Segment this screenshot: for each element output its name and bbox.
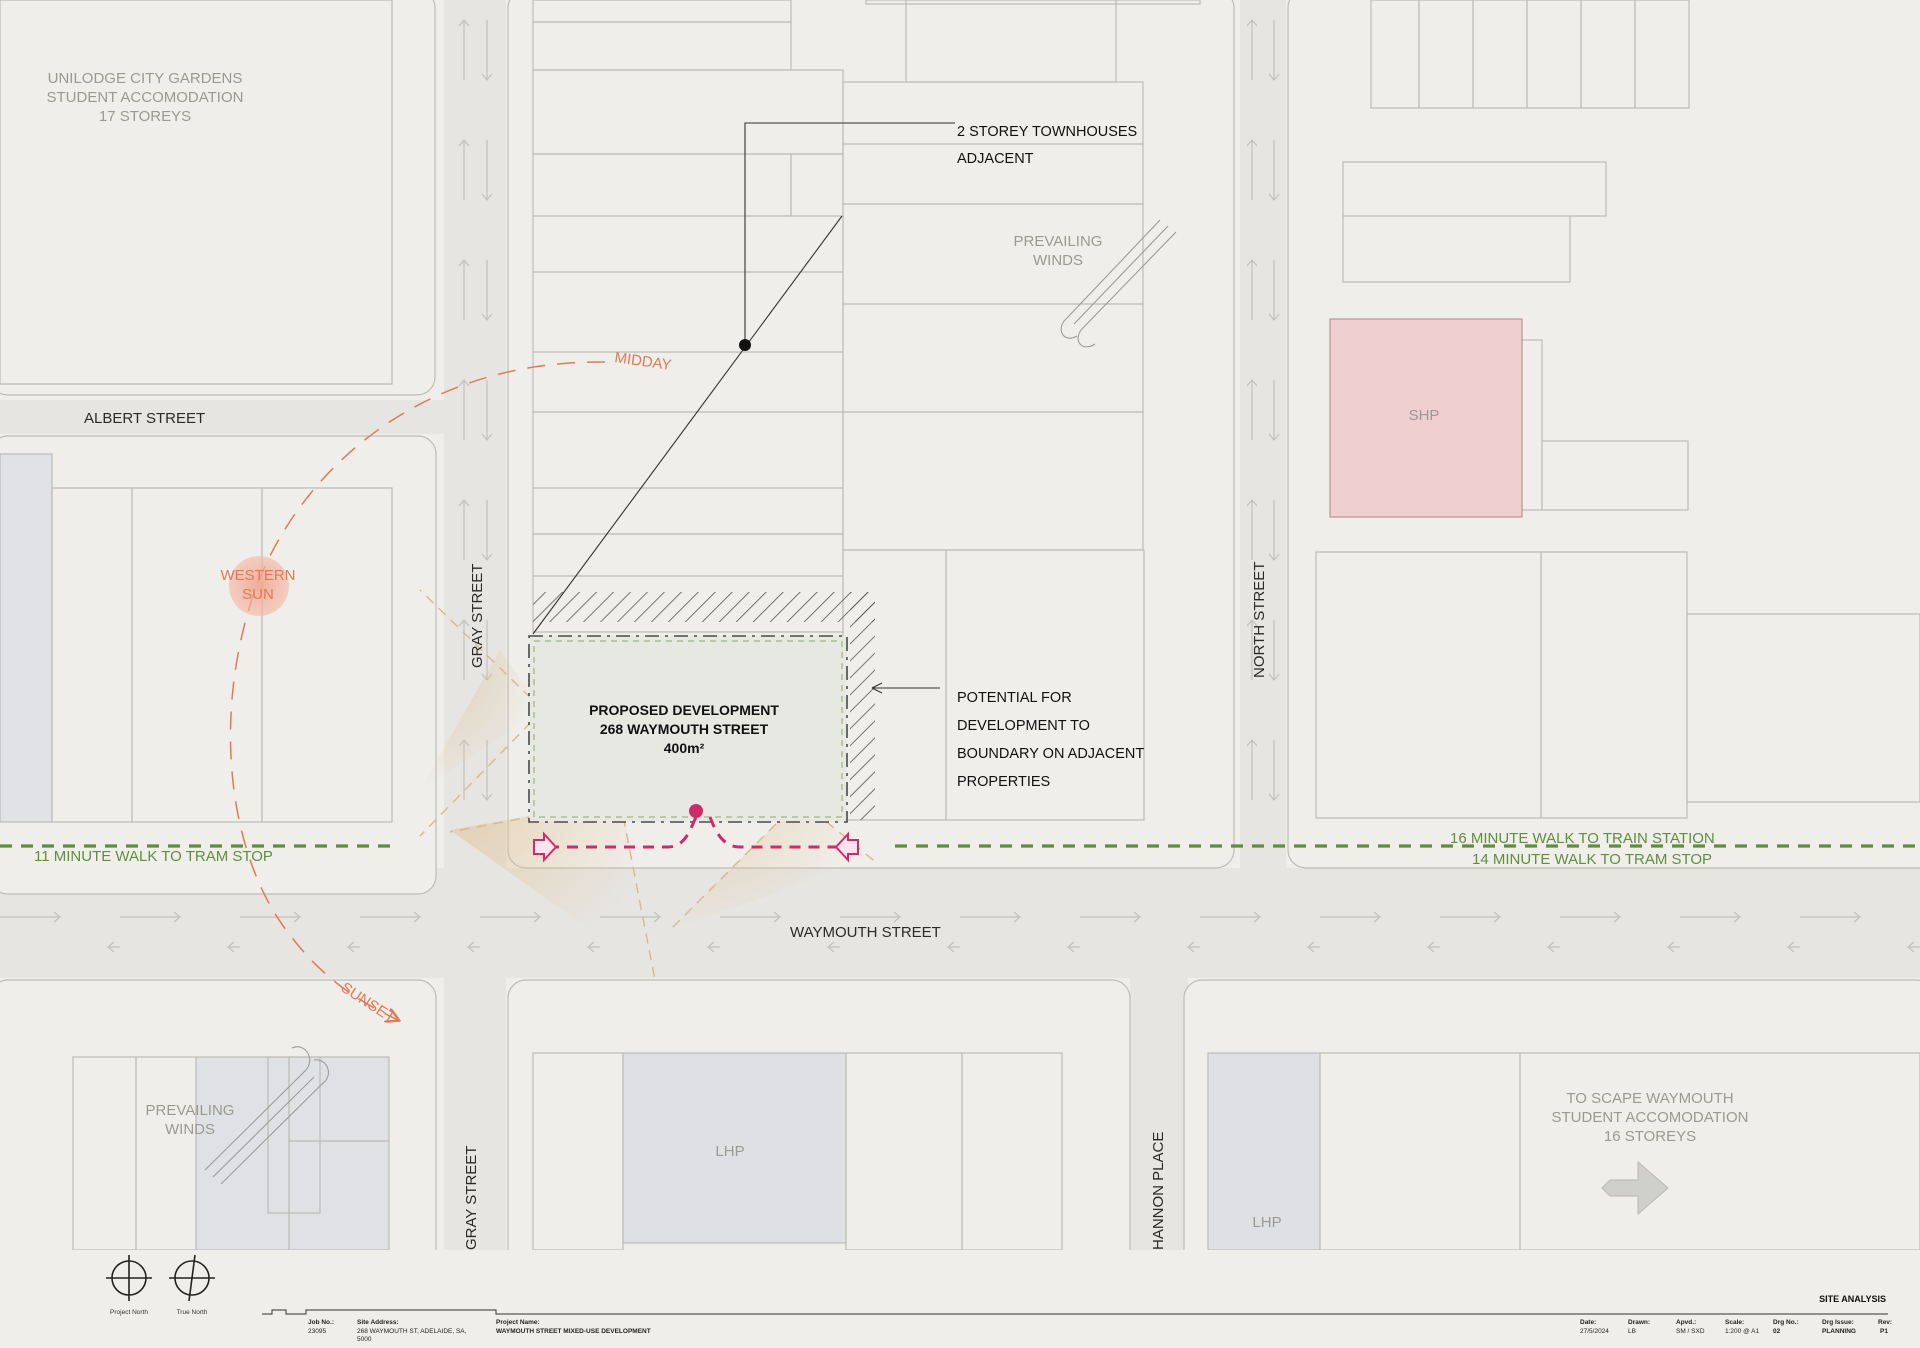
scale-value: 1:200 @ A1 xyxy=(1725,1328,1759,1335)
note-boundary-1: POTENTIAL FOR xyxy=(957,690,1072,706)
job-no: 23095 xyxy=(308,1328,326,1335)
apvd-value: SM / SXD xyxy=(1676,1328,1705,1335)
site-address: 268 WAYMOUTH STREET xyxy=(600,721,769,737)
address-label: Site Address: xyxy=(357,1319,399,1326)
site-title: PROPOSED DEVELOPMENT xyxy=(589,702,779,718)
note-townhouses-1: 2 STOREY TOWNHOUSES xyxy=(957,124,1137,140)
label-lhp-right: LHP xyxy=(1252,1214,1281,1231)
leader-node xyxy=(739,339,751,351)
project-name: WAYMOUTH STREET MIXED-USE DEVELOPMENT xyxy=(496,1328,651,1335)
label-western-sun-2: SUN xyxy=(242,586,274,603)
site-area: 400m² xyxy=(664,740,705,756)
entry-point xyxy=(689,804,703,818)
label-lhp-center: LHP xyxy=(715,1143,744,1160)
drg-issue-value: PLANNING xyxy=(1822,1328,1856,1335)
rev-label: Rev: xyxy=(1878,1319,1892,1326)
label-unilodge-3: 17 STOREYS xyxy=(99,108,191,125)
note-boundary-4: PROPERTIES xyxy=(957,774,1050,790)
label-unilodge-1: UNILODGE CITY GARDENS xyxy=(48,70,243,87)
drawn-value: LB xyxy=(1628,1328,1636,1335)
site-plan: ALBERT STREET GRAY STREET GRAY STREET NO… xyxy=(0,0,1920,1348)
label-winds-bottom-1: PREVAILING xyxy=(146,1102,235,1119)
address-line-1: 268 WAYMOUTH ST, ADELAIDE, SA, xyxy=(357,1328,467,1335)
label-western-sun-1: WESTERN xyxy=(221,567,296,584)
rev-value: P1 xyxy=(1880,1328,1888,1335)
label-scape-1: TO SCAPE WAYMOUTH xyxy=(1566,1090,1733,1107)
drg-no-value: 02 xyxy=(1773,1328,1781,1335)
site-analysis-sheet: ALBERT STREET GRAY STREET GRAY STREET NO… xyxy=(0,0,1920,1348)
label-scape-3: 16 STOREYS xyxy=(1604,1128,1696,1145)
street-label-hannon: HANNON PLACE xyxy=(1150,1132,1167,1250)
label-walk-train: 16 MINUTE WALK TO TRAIN STATION xyxy=(1450,830,1715,847)
street-label-north: NORTH STREET xyxy=(1251,562,1268,678)
date-label: Date: xyxy=(1580,1319,1596,1326)
drg-no-label: Drg No.: xyxy=(1773,1319,1799,1326)
label-true-north: True North xyxy=(177,1309,208,1316)
street-label-waymouth: WAYMOUTH STREET xyxy=(790,924,941,941)
street-label-gray-north: GRAY STREET xyxy=(469,564,486,668)
apvd-label: Apvd.: xyxy=(1676,1319,1696,1326)
label-shp: SHP xyxy=(1409,407,1440,424)
drg-issue-label: Drg Issue: xyxy=(1822,1319,1854,1326)
street-label-albert: ALBERT STREET xyxy=(84,410,205,427)
label-winds-top-2: WINDS xyxy=(1033,252,1083,269)
label-winds-top-1: PREVAILING xyxy=(1014,233,1103,250)
sheet-title: SITE ANALYSIS xyxy=(1819,1294,1886,1304)
street-label-gray-south: GRAY STREET xyxy=(463,1146,480,1250)
note-boundary-3: BOUNDARY ON ADJACENT xyxy=(957,746,1144,762)
label-walk-tram-right: 14 MINUTE WALK TO TRAM STOP xyxy=(1472,851,1712,868)
drawn-label: Drawn: xyxy=(1628,1319,1650,1326)
address-line-2: 5000 xyxy=(357,1336,372,1343)
note-townhouses-2: ADJACENT xyxy=(957,151,1034,167)
label-unilodge-2: STUDENT ACCOMODATION xyxy=(47,89,244,106)
date-value: 27/5/2024 xyxy=(1580,1328,1609,1335)
job-no-label: Job No.: xyxy=(308,1319,334,1326)
note-boundary-2: DEVELOPMENT TO xyxy=(957,718,1090,734)
scale-label: Scale: xyxy=(1725,1319,1744,1326)
label-scape-2: STUDENT ACCOMODATION xyxy=(1552,1109,1749,1126)
label-project-north: Project North xyxy=(110,1309,148,1316)
label-winds-bottom-2: WINDS xyxy=(165,1121,215,1138)
label-walk-tram-left: 11 MINUTE WALK TO TRAM STOP xyxy=(34,848,273,865)
project-label: Project Name: xyxy=(496,1319,540,1326)
title-block: Project North True North SITE ANALYSIS J… xyxy=(0,1250,1920,1348)
